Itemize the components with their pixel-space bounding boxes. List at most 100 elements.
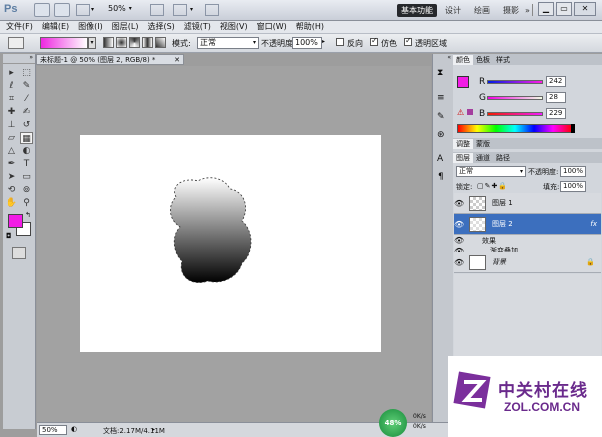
tab-layers[interactable]: 图层: [453, 152, 473, 163]
move-tool-icon[interactable]: ▸: [5, 67, 18, 79]
menu-select[interactable]: 选择(S): [147, 21, 174, 33]
workspace-paint-button[interactable]: 绘画: [470, 4, 494, 17]
close-tab-icon[interactable]: ✕: [174, 55, 180, 65]
clone-source-icon[interactable]: ⊛: [437, 130, 445, 140]
bridge-icon[interactable]: [34, 3, 50, 17]
menu-window[interactable]: 窗口(W): [257, 21, 287, 33]
gradient-layer-shape[interactable]: [160, 175, 270, 290]
angle-gradient-button[interactable]: [129, 37, 140, 48]
opacity-arrow-icon[interactable]: ▸: [322, 38, 325, 45]
dodge-tool-icon[interactable]: ◐: [20, 145, 33, 157]
visibility-eye-icon[interactable]: 👁: [454, 236, 464, 245]
hand-tool-icon[interactable]: [150, 4, 164, 16]
dropdown-arrow-icon[interactable]: ▾: [91, 6, 94, 13]
layer-row[interactable]: 👁 图层 1: [454, 193, 601, 214]
layer-name[interactable]: 图层 2: [492, 219, 513, 229]
mode-select[interactable]: 正常 ▾: [197, 37, 259, 49]
tab-masks[interactable]: 蒙版: [473, 139, 493, 149]
radial-gradient-button[interactable]: [116, 37, 127, 48]
collapse-icon[interactable]: »: [3, 54, 35, 64]
clone-stamp-icon[interactable]: ⊥: [5, 119, 18, 131]
menu-help[interactable]: 帮助(H): [296, 21, 324, 33]
opacity-input[interactable]: 100%: [292, 37, 322, 49]
fx-icon[interactable]: fx: [590, 220, 597, 228]
tab-styles[interactable]: 样式: [493, 55, 513, 65]
view-extras-icon[interactable]: [76, 4, 90, 16]
arrange-documents-icon[interactable]: [173, 4, 187, 16]
expand-panels-icon[interactable]: «: [433, 54, 453, 64]
dither-checkbox[interactable]: [370, 36, 378, 46]
status-zoom-input[interactable]: 50%: [39, 425, 67, 435]
spectrum-black-swatch[interactable]: [571, 124, 575, 133]
channel-b-input[interactable]: 229: [546, 108, 566, 119]
color-foreground-swatch[interactable]: [457, 76, 469, 88]
gradient-preview[interactable]: [40, 37, 88, 49]
fill-input[interactable]: 100%: [560, 181, 586, 192]
brush-tool-icon[interactable]: ✍: [20, 106, 33, 118]
channel-r-input[interactable]: 242: [546, 76, 566, 87]
minibridge-icon[interactable]: [54, 3, 70, 17]
menu-edit[interactable]: 编辑(E): [42, 21, 69, 33]
menu-layer[interactable]: 图层(L): [112, 21, 139, 33]
workspace-basic-button[interactable]: 基本功能: [397, 4, 437, 17]
close-icon[interactable]: ✕: [574, 2, 596, 16]
pen-tool-icon[interactable]: ✒: [5, 158, 18, 170]
eraser-tool-icon[interactable]: ▱: [5, 132, 18, 144]
healing-brush-icon[interactable]: ✚: [5, 106, 18, 118]
restore-icon[interactable]: ▭: [556, 2, 572, 16]
layer-opacity-input[interactable]: 100%: [560, 166, 586, 177]
reflected-gradient-button[interactable]: [142, 37, 153, 48]
layer-row-background[interactable]: 👁 背景 🔒: [454, 252, 601, 273]
menu-file[interactable]: 文件(F): [6, 21, 33, 33]
tool-preset-icon[interactable]: [8, 37, 24, 49]
layer-name[interactable]: 背景: [492, 257, 506, 267]
crop-tool-icon[interactable]: ⌗: [5, 93, 18, 105]
lock-icons[interactable]: ▢✎✚🔒: [477, 182, 508, 190]
tab-paths[interactable]: 路径: [493, 153, 513, 163]
visibility-eye-icon[interactable]: 👁: [454, 220, 464, 229]
path-select-icon[interactable]: ➤: [5, 171, 18, 183]
gradient-tool-icon[interactable]: ▦: [20, 132, 33, 144]
tab-channels[interactable]: 通道: [473, 153, 493, 163]
blur-tool-icon[interactable]: △: [5, 145, 18, 157]
minimize-icon[interactable]: ▁: [538, 2, 554, 16]
layer-row-selected[interactable]: 👁 图层 2 fx: [454, 214, 601, 235]
tab-swatches[interactable]: 色板: [473, 55, 493, 65]
marquee-tool-icon[interactable]: ⬚: [20, 67, 33, 79]
actions-panel-icon[interactable]: ≡: [437, 93, 445, 103]
reverse-checkbox[interactable]: [336, 38, 344, 46]
foreground-color-swatch[interactable]: [8, 214, 23, 228]
shape-tool-icon[interactable]: ▭: [20, 171, 33, 183]
quick-select-tool-icon[interactable]: ✎: [20, 80, 33, 92]
history-brush-icon[interactable]: ↺: [20, 119, 33, 131]
channel-g-slider[interactable]: [487, 96, 543, 100]
diamond-gradient-button[interactable]: [155, 37, 166, 48]
status-icon[interactable]: ◐: [71, 425, 77, 433]
transparency-checkbox[interactable]: [404, 36, 412, 46]
brush-panel-icon[interactable]: ✎: [437, 112, 445, 122]
workspace-photo-button[interactable]: 摄影: [499, 4, 523, 17]
menu-image[interactable]: 图像(I): [78, 21, 103, 33]
3d-camera-icon[interactable]: ⊚: [20, 184, 33, 196]
document-tab[interactable]: 未标题-1 @ 50% (图层 2, RGB/8) * ✕: [36, 54, 184, 65]
lasso-tool-icon[interactable]: ℓ: [5, 80, 18, 92]
swap-colors-icon[interactable]: ↰: [25, 211, 31, 219]
channel-b-slider[interactable]: [487, 112, 543, 116]
tab-color[interactable]: 颜色: [453, 54, 473, 65]
status-arrow-icon[interactable]: ▸: [152, 426, 155, 433]
type-tool-icon[interactable]: T: [20, 158, 33, 170]
paragraph-panel-icon[interactable]: ¶: [438, 172, 444, 182]
gradient-picker-arrow-icon[interactable]: ▾: [88, 37, 96, 49]
gamut-swatch[interactable]: [467, 109, 473, 115]
menu-filter[interactable]: 滤镜(T): [184, 21, 211, 33]
default-colors-icon[interactable]: ◘: [6, 232, 12, 240]
workspace-design-button[interactable]: 设计: [441, 4, 465, 17]
menu-view[interactable]: 视图(V): [220, 21, 248, 33]
channel-r-slider[interactable]: [487, 80, 543, 84]
visibility-eye-icon[interactable]: 👁: [454, 199, 464, 208]
layer-effects-row[interactable]: 👁 效果: [454, 235, 601, 246]
eyedropper-tool-icon[interactable]: ⁄: [20, 93, 33, 105]
tab-adjustments[interactable]: 调整: [453, 138, 473, 149]
3d-rotate-icon[interactable]: ⟲: [5, 184, 18, 196]
color-spectrum-bar[interactable]: [457, 124, 573, 133]
